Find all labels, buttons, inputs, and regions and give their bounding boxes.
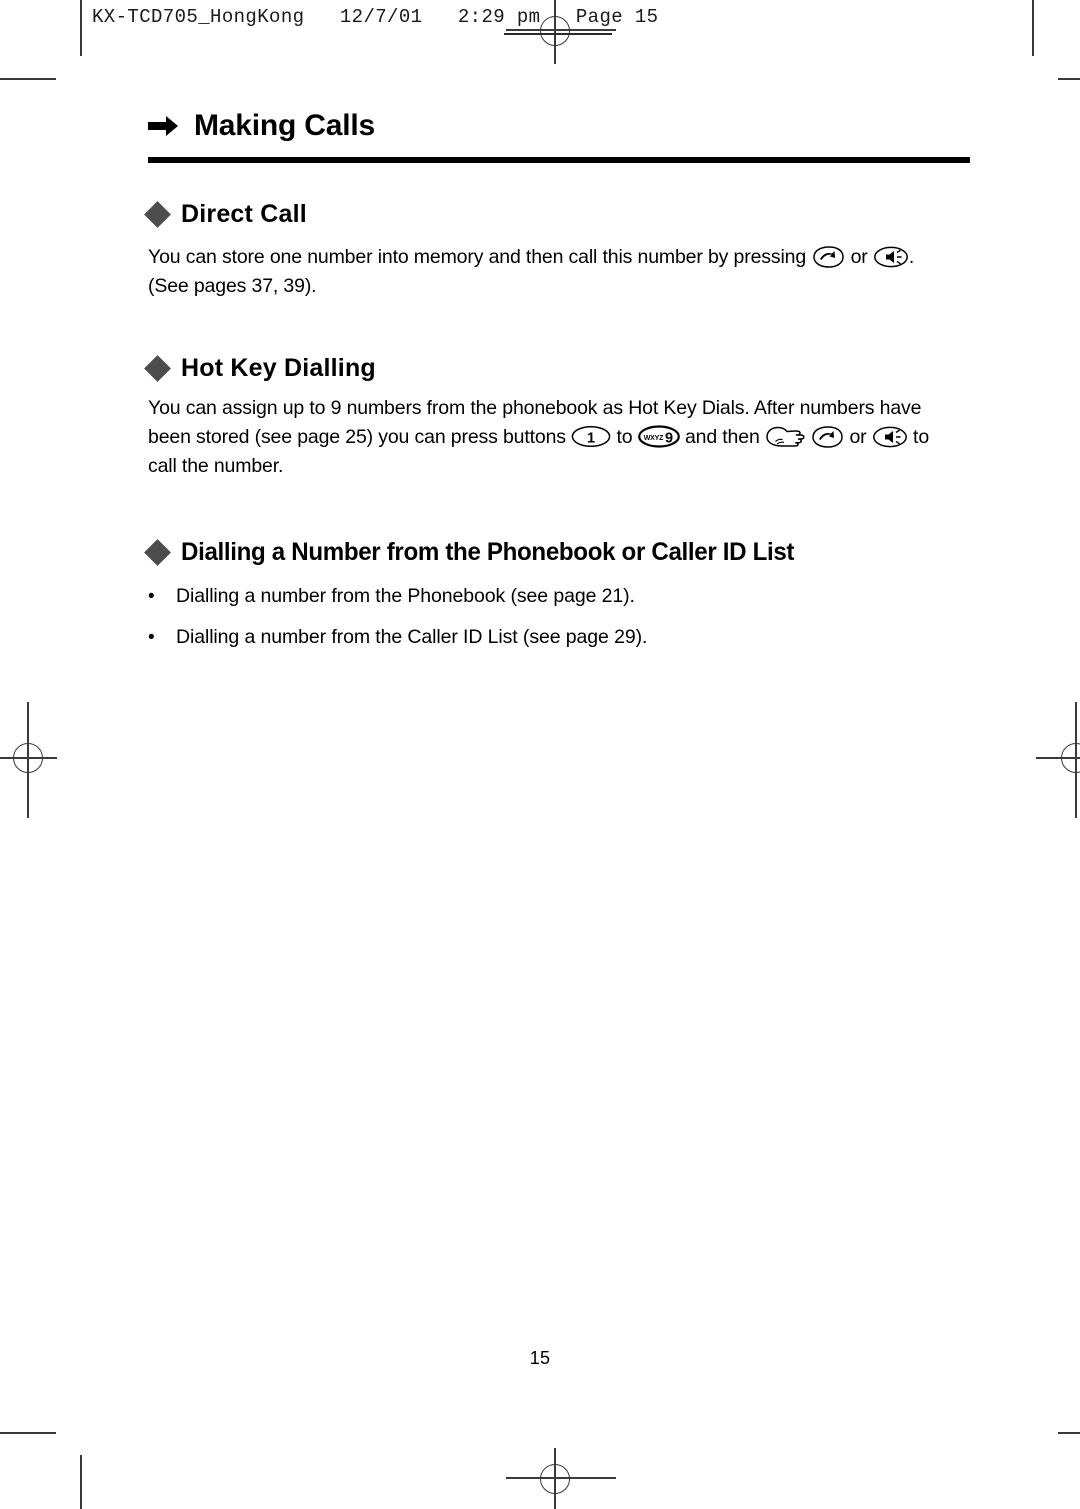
hot-key-line2-b: to [611,426,638,448]
list-item: • Dialling a number from the Phonebook (… [148,583,970,610]
talk-key-icon [811,245,845,268]
speakerphone-key-icon [872,426,908,448]
chapter-title-row: Making Calls [148,104,970,148]
hot-key-line2-c: and then [679,426,765,448]
svg-text:1: 1 [587,431,595,447]
chapter-rule [148,157,970,163]
section-heading-hot-key-dialling: Hot Key Dialling [144,353,970,383]
section-heading-dialling-a-number: Dialling a Number from the Phonebook or … [144,538,970,567]
hot-key-line2-e: or [844,426,872,448]
hot-key-line3: call the number. [148,455,284,477]
digit-key-9-wxyz-icon: WXYZ 9 [637,425,680,448]
direct-call-text-2: or [845,245,873,268]
direct-call-text-1: You can store one number into memory and… [148,245,812,268]
bullet-marker: • [148,626,155,648]
direct-call-see-pages: (See pages 37, 39). [148,274,317,297]
section-title-dialling-a-number: Dialling a Number from the Phonebook or … [181,538,795,566]
hot-key-line2-a: been stored (see page 25) you can press … [148,426,572,448]
dialling-bullet-list: • Dialling a number from the Phonebook (… [148,583,970,651]
talk-key-icon [810,426,844,448]
diamond-bullet-icon [144,354,171,382]
page-number: 15 [529,1348,551,1368]
document-page: Making Calls Direct Call You can store o… [0,0,1080,1509]
hot-key-line2-f: to [907,426,930,448]
digit-key-1-icon: 1 [571,425,611,448]
diamond-bullet-icon [144,201,171,229]
page-title: Making Calls [194,109,375,142]
section-title-direct-call: Direct Call [181,200,307,228]
right-arrow-icon [148,116,178,136]
section-heading-direct-call: Direct Call [144,200,970,229]
direct-call-text-3: . [908,245,915,268]
list-item: • Dialling a number from the Caller ID L… [148,624,970,651]
bullet-text-phonebook: Dialling a number from the Phonebook (se… [176,584,635,607]
bullet-text-caller-id-list: Dialling a number from the Caller ID Lis… [176,625,648,648]
paragraph-hot-key-dialling: You can assign up to 9 numbers from the … [148,394,978,481]
diamond-bullet-icon [144,539,171,567]
pointing-hand-icon [765,424,805,448]
bullet-marker: • [148,585,155,607]
speakerphone-key-icon [873,246,909,268]
paragraph-direct-call: You can store one number into memory and… [148,243,978,301]
svg-text:9: 9 [665,431,673,447]
svg-text:WXYZ: WXYZ [643,435,663,442]
hot-key-line1: You can assign up to 9 numbers from the … [148,397,922,419]
section-title-hot-key-dialling: Hot Key Dialling [181,353,376,382]
page-content: Making Calls Direct Call You can store o… [144,104,970,651]
